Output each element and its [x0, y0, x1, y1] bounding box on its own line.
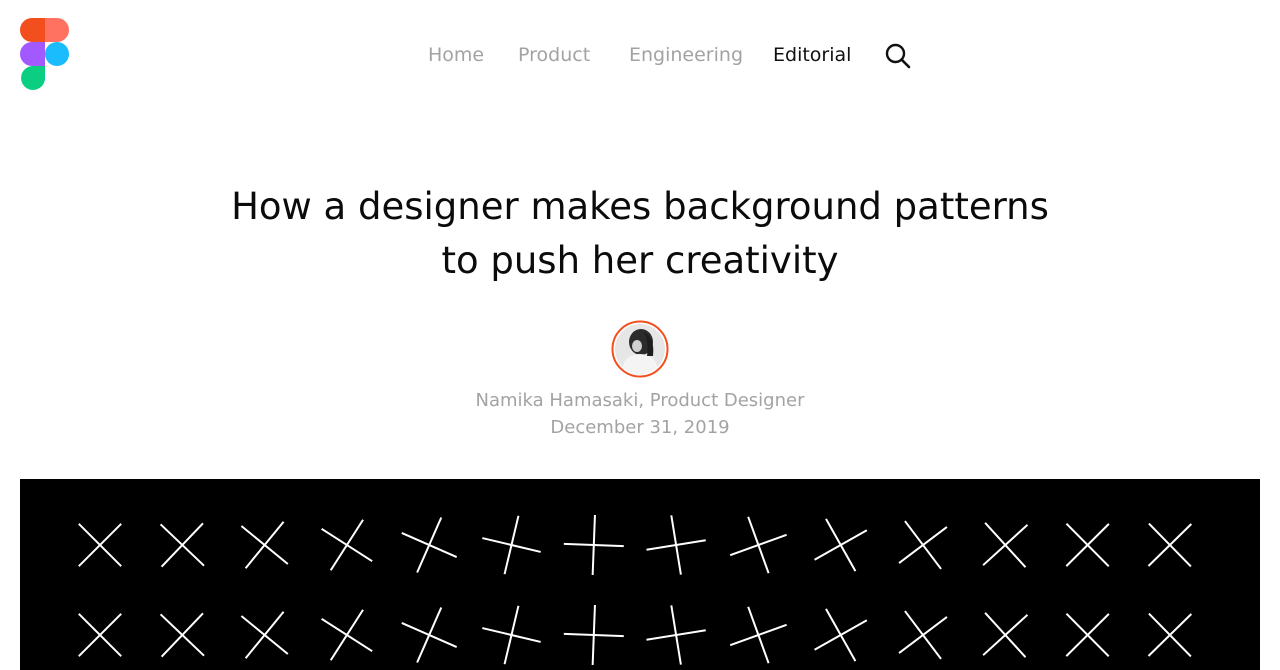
cross-mark [401, 607, 458, 663]
cross-mark [321, 519, 373, 571]
blog-article-page: Home Product Engineering Editorial How a… [0, 0, 1280, 670]
cross-mark [159, 612, 205, 658]
article-title-line-1: How a designer makes background patterns [231, 185, 1049, 228]
cross-mark [982, 612, 1029, 658]
logo-top-left [20, 18, 45, 42]
publish-date: December 31, 2019 [550, 417, 730, 438]
cross-mark [78, 523, 122, 567]
cross-mark [78, 613, 122, 657]
logo-top-right [45, 18, 69, 42]
cross-mark [1147, 522, 1193, 568]
nav-editorial[interactable]: Editorial [773, 40, 851, 70]
cross-mark [814, 608, 868, 662]
cross-mark [982, 522, 1029, 568]
search-icon [885, 43, 911, 69]
article-title-line-2: to push her creativity [441, 239, 839, 282]
cross-mark [240, 521, 289, 569]
hero-image [20, 479, 1260, 670]
cross-mark [814, 518, 868, 572]
cross-mark [898, 520, 948, 570]
cross-mark [482, 515, 541, 575]
article-title: How a designer makes background patterns… [0, 180, 1280, 288]
cross-mark [729, 606, 787, 664]
search-button[interactable] [884, 42, 912, 70]
cross-mark [1065, 613, 1110, 657]
cross-mark [321, 609, 373, 661]
cross-mark [401, 517, 458, 573]
cross-pattern [78, 514, 1193, 666]
nav-home[interactable]: Home [428, 40, 484, 70]
nav-engineering[interactable]: Engineering [629, 40, 743, 70]
cross-mark [646, 515, 706, 575]
cross-mark [1065, 523, 1110, 567]
nav-product[interactable]: Product [518, 40, 590, 70]
cross-mark [563, 604, 624, 666]
author-meta: Namika Hamasaki, Product Designer Decemb… [0, 387, 1280, 441]
cross-mark [482, 605, 541, 665]
cross-mark [898, 610, 948, 660]
cross-mark [159, 522, 205, 568]
cross-mark [1147, 612, 1193, 658]
author-name: Namika Hamasaki, Product Designer [475, 390, 805, 411]
cross-mark [729, 516, 787, 574]
cross-mark [646, 605, 706, 665]
author-avatar[interactable] [611, 320, 669, 378]
top-nav: Home Product Engineering Editorial [0, 40, 1280, 70]
cross-mark [240, 611, 289, 659]
cross-mark [563, 514, 624, 576]
